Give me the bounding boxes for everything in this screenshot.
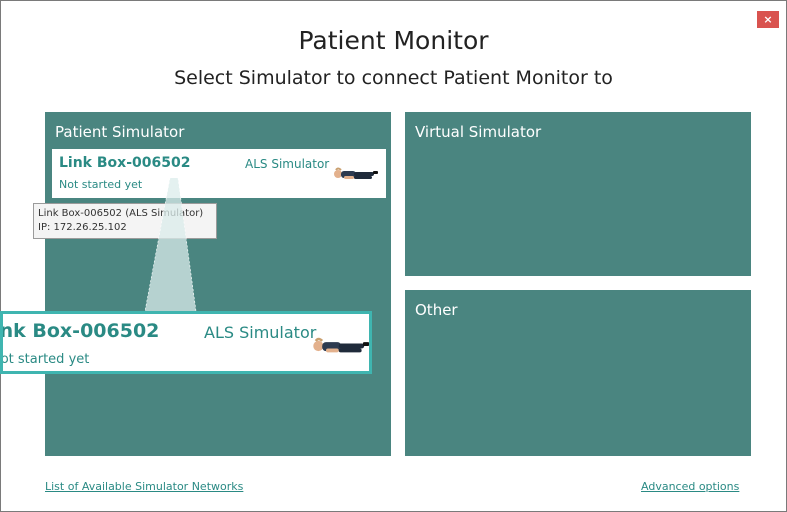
- simulator-name: Link Box-006502: [59, 155, 191, 171]
- virtual-simulator-panel-title: Virtual Simulator: [415, 123, 542, 141]
- magnified-simulator-card: Link Box-006502 Not started yet ALS Simu…: [0, 311, 372, 374]
- simulator-tooltip: Link Box-006502 (ALS Simulator) IP: 172.…: [33, 203, 217, 239]
- simulator-type: ALS Simulator: [245, 157, 330, 171]
- manikin-icon: [313, 337, 369, 353]
- manikin-icon: [334, 167, 378, 179]
- magnified-simulator-name: Link Box-006502: [0, 320, 160, 342]
- tooltip-line-1: Link Box-006502 (ALS Simulator): [38, 208, 204, 219]
- simulator-networks-link[interactable]: List of Available Simulator Networks: [45, 480, 243, 493]
- simulator-status: Not started yet: [59, 178, 143, 191]
- magnified-simulator-type: ALS Simulator: [204, 323, 317, 342]
- simulator-card[interactable]: Link Box-006502 Not started yet ALS Simu…: [52, 149, 386, 198]
- virtual-simulator-panel: Virtual Simulator: [405, 112, 751, 276]
- tooltip-line-2: IP: 172.26.25.102: [38, 222, 127, 233]
- page-title: Patient Monitor: [298, 26, 489, 55]
- page-subtitle: Select Simulator to connect Patient Moni…: [174, 67, 613, 89]
- other-panel: Other: [405, 290, 751, 456]
- other-panel-title: Other: [415, 301, 458, 319]
- advanced-options-link[interactable]: Advanced options: [641, 480, 739, 493]
- magnified-simulator-status: Not started yet: [0, 352, 90, 367]
- patient-simulator-panel-title: Patient Simulator: [55, 123, 185, 141]
